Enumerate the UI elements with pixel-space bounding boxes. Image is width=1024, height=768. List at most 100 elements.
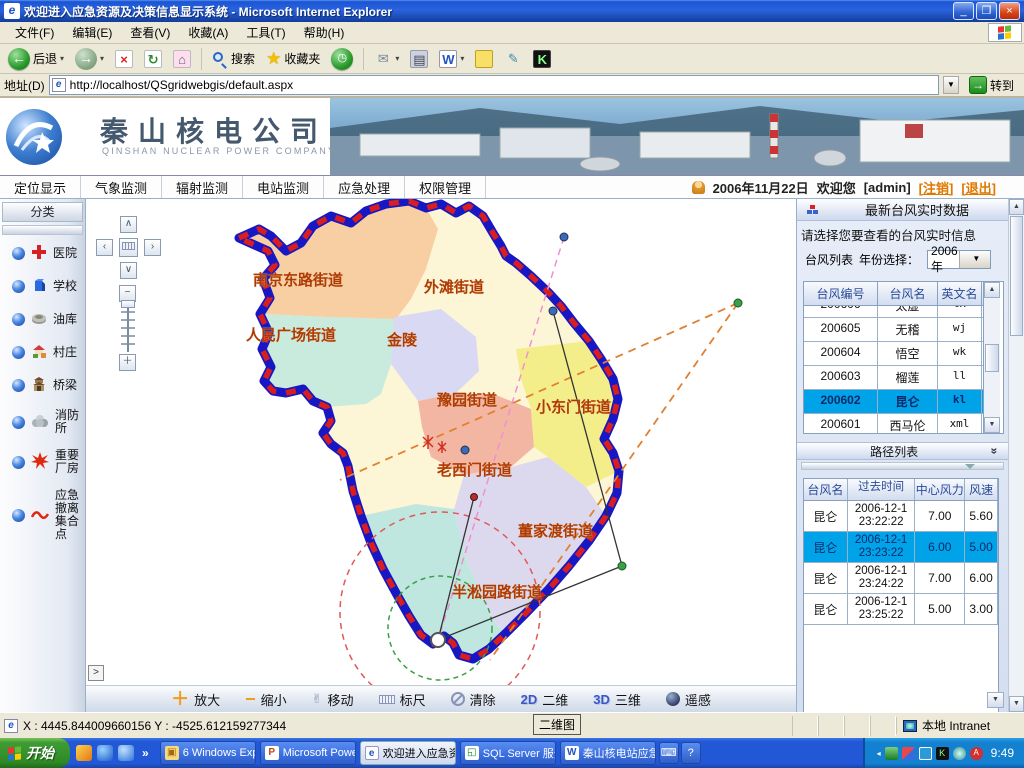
mail-button[interactable]: ✉▾ xyxy=(370,49,403,69)
window-titlebar[interactable]: e 欢迎进入应急资源及决策信息显示系统 - Microsoft Internet… xyxy=(0,0,1024,22)
tray-icon-green[interactable] xyxy=(885,747,898,760)
sidebar-item-school[interactable]: 学校 xyxy=(0,270,85,303)
panel-splitter[interactable] xyxy=(801,462,1004,470)
refresh-button[interactable]: ↻ xyxy=(140,49,166,69)
zoom-slider-rail[interactable] xyxy=(114,308,142,352)
typhoon-row[interactable]: 200604悟空wk xyxy=(804,342,983,366)
tray-icon-blue[interactable] xyxy=(919,747,932,760)
tray-icon-k[interactable]: K xyxy=(936,747,949,760)
search-button[interactable]: 搜索 xyxy=(208,49,259,68)
map-clear-button[interactable]: 清除 xyxy=(445,690,502,709)
tab-station-monitor[interactable]: 电站监测 xyxy=(243,176,324,198)
toggle-sphere-icon[interactable] xyxy=(12,280,25,293)
map-viewport[interactable]: 南京东路街道 外滩街道 人民广场街道 金陵 豫园街道 小东门街道 老西门街道 董… xyxy=(86,199,796,685)
point-marker-blue[interactable] xyxy=(560,233,568,241)
tray-icon-red[interactable]: A xyxy=(970,747,983,760)
page-scroll-down-icon[interactable]: ▼ xyxy=(1009,696,1024,712)
page-scroll-thumb[interactable] xyxy=(1010,216,1023,336)
keyboard-indicator-button[interactable]: ⌨ xyxy=(659,742,679,764)
toggle-sphere-icon[interactable] xyxy=(12,313,25,326)
path-row-selected[interactable]: 昆仑2006-12-1 23:23:22 6.005.00 xyxy=(804,532,998,563)
path-row[interactable]: 昆仑2006-12-1 23:22:22 7.005.60 xyxy=(804,501,998,532)
scroll-up-icon[interactable]: ▲ xyxy=(984,282,1000,298)
toggle-sphere-icon[interactable] xyxy=(12,247,25,260)
typhoon-row[interactable]: 200606太虚tx xyxy=(804,306,983,318)
scroll-down-icon[interactable]: ▼ xyxy=(984,417,1000,433)
menu-tools[interactable]: 工具(T) xyxy=(237,22,294,43)
logout-link[interactable]: [注销] xyxy=(919,178,954,197)
edit-word-button[interactable]: W▾ xyxy=(435,49,468,69)
map-2d-button[interactable]: 2D二维 xyxy=(515,690,575,709)
menu-file[interactable]: 文件(F) xyxy=(6,22,63,43)
path-row[interactable]: 昆仑2006-12-1 23:24:22 7.006.00 xyxy=(804,563,998,594)
point-marker-green[interactable] xyxy=(734,299,742,307)
tab-radiation-monitor[interactable]: 辐射监测 xyxy=(162,176,243,198)
sidebar-item-assembly-point[interactable]: 应急撤离集合点 xyxy=(0,482,85,548)
go-button[interactable]: → 转到 xyxy=(963,74,1020,96)
task-button-explorer[interactable]: ▣ 6 Windows Expl...▾ xyxy=(160,741,256,765)
task-button-powerpoint[interactable]: P Microsoft PowerP... xyxy=(260,741,356,765)
task-button-word[interactable]: W 秦山核电站应急... xyxy=(560,741,656,765)
point-marker-red[interactable] xyxy=(471,494,478,501)
sidebar-header[interactable]: 分类 xyxy=(2,202,83,222)
sidebar-expand-button[interactable]: > xyxy=(88,665,104,681)
map-zoom-in-button[interactable]: ＋放大 xyxy=(165,690,226,709)
typhoon-row-selected[interactable]: 200602昆仑kl xyxy=(804,390,983,414)
district-map[interactable] xyxy=(86,199,796,685)
map-ruler-button[interactable]: 标尺 xyxy=(373,690,432,709)
sidebar-item-oil-depot[interactable]: 油库 xyxy=(0,303,85,336)
forward-button[interactable]: →▾ xyxy=(71,47,108,71)
toggle-sphere-icon[interactable] xyxy=(12,456,25,469)
tab-emergency-handling[interactable]: 应急处理 xyxy=(324,176,405,198)
typhoon-row[interactable]: 200601西马伦xml xyxy=(804,414,983,433)
pan-down-button[interactable]: ∨ xyxy=(120,262,137,279)
pan-center-button[interactable] xyxy=(119,238,138,257)
restore-button[interactable]: ❐ xyxy=(976,2,997,20)
sidebar-item-fire-station[interactable]: 消防所 xyxy=(0,402,85,442)
collapse-chevron-icon[interactable]: » xyxy=(988,448,1002,455)
history-button[interactable]: ◷ xyxy=(327,47,357,71)
close-button[interactable]: × xyxy=(999,2,1020,20)
typhoon-panel-header[interactable]: 最新台风实时数据 xyxy=(797,199,1008,221)
point-marker-green[interactable] xyxy=(618,562,626,570)
page-scrollbar[interactable]: ▲ ▼ xyxy=(1008,199,1024,712)
menu-edit[interactable]: 编辑(E) xyxy=(63,22,121,43)
home-button[interactable]: ⌂ xyxy=(169,49,195,69)
address-input[interactable]: e http://localhost/QSgridwebgis/default.… xyxy=(49,75,939,95)
zoom-in-step-button[interactable]: ＋ xyxy=(119,354,136,371)
typhoon-row[interactable]: 200605无稽wj xyxy=(804,318,983,342)
year-select-dropdown-icon[interactable]: ▼ xyxy=(959,251,991,268)
minimize-button[interactable]: _ xyxy=(953,2,974,20)
help-indicator-button[interactable]: ? xyxy=(681,742,701,764)
sidebar-item-bridge[interactable]: 桥梁 xyxy=(0,369,85,402)
task-button-ie-active[interactable]: e 欢迎进入应急资... xyxy=(360,741,456,765)
map-remote-sensing-button[interactable]: 遥感 xyxy=(660,690,717,709)
tray-collapse-icon[interactable]: ◂ xyxy=(877,749,881,758)
pan-left-button[interactable]: ‹ xyxy=(96,239,113,256)
menu-favorites[interactable]: 收藏(A) xyxy=(179,22,237,43)
pan-right-button[interactable]: › xyxy=(144,239,161,256)
year-select[interactable]: 2006年 ▼ xyxy=(927,250,991,269)
toggle-sphere-icon[interactable] xyxy=(12,346,25,359)
stop-button[interactable]: × xyxy=(111,49,137,69)
task-button-sqlserver[interactable]: ◱ SQL Server 服务... xyxy=(460,741,556,765)
map-3d-button[interactable]: 3D三维 xyxy=(587,690,647,709)
discuss-button[interactable] xyxy=(471,49,497,69)
tray-icon-red-blue[interactable] xyxy=(902,747,915,760)
start-button[interactable]: 开始 xyxy=(0,738,70,768)
quick-launch-icon-2[interactable] xyxy=(97,745,113,761)
path-row[interactable]: 昆仑2006-12-1 23:25:22 5.003.00 xyxy=(804,594,998,625)
typhoon-row[interactable]: 200603榴莲ll xyxy=(804,366,983,390)
panel-scroll-down-icon[interactable]: ▼ xyxy=(987,692,1004,708)
pen-tool-button[interactable]: ✎ xyxy=(500,49,526,69)
map-zoom-out-button[interactable]: −缩小 xyxy=(239,690,293,709)
tab-permission-mgmt[interactable]: 权限管理 xyxy=(405,176,486,198)
map-pan-button[interactable]: ✌移动 xyxy=(306,690,360,709)
typhoon-table-scrollbar[interactable]: ▲ ▼ xyxy=(983,282,1000,433)
zoom-slider-handle[interactable] xyxy=(121,300,135,308)
point-marker-blue[interactable] xyxy=(549,307,557,315)
quick-launch-more[interactable]: » xyxy=(139,746,152,760)
back-button[interactable]: ← 后退▾ xyxy=(4,47,68,71)
menu-help[interactable]: 帮助(H) xyxy=(295,22,354,43)
menu-view[interactable]: 查看(V) xyxy=(121,22,179,43)
